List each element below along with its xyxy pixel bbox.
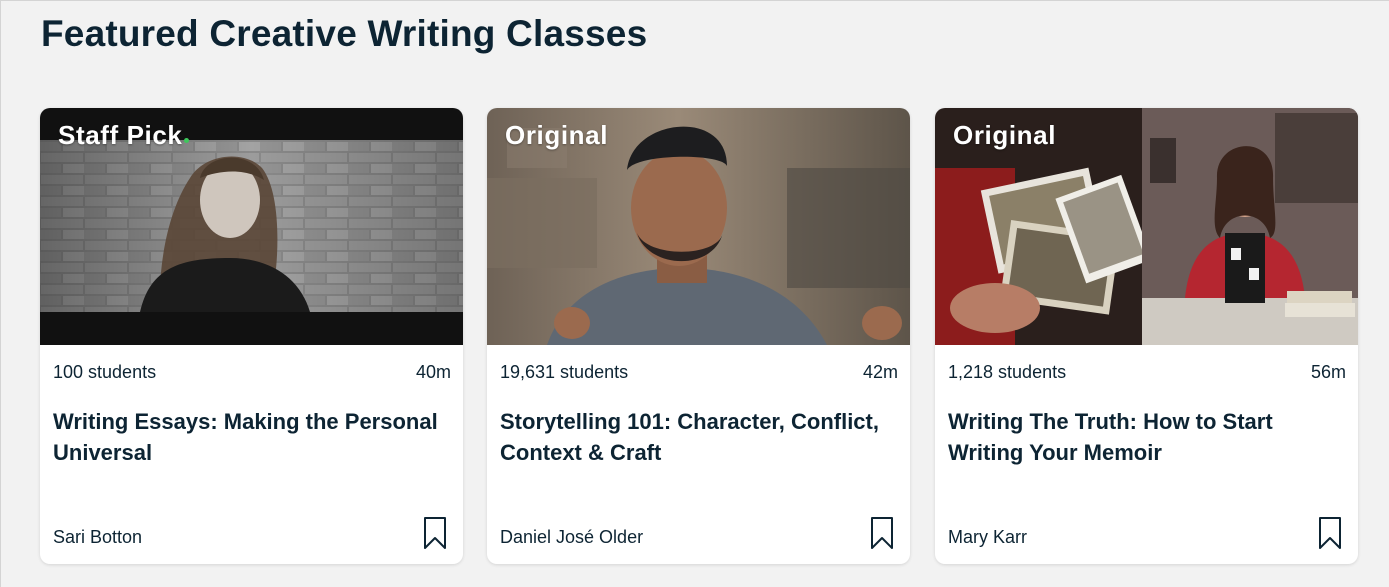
original-badge: Original	[953, 120, 1057, 150]
class-duration: 40m	[415, 362, 451, 382]
bookmark-icon[interactable]	[423, 516, 447, 550]
original-badge: Original	[505, 120, 609, 150]
class-meta: 100 students 40m	[53, 362, 451, 383]
class-duration: 42m	[862, 362, 898, 382]
instructor-name[interactable]: Daniel José Older	[500, 527, 643, 548]
instructor-name[interactable]: Mary Karr	[948, 527, 1027, 548]
class-thumbnail[interactable]: Original	[487, 108, 910, 345]
class-title[interactable]: Storytelling 101: Character, Conflict, C…	[500, 406, 886, 468]
class-card-writing-the-truth[interactable]: Original 1,218 students 56m Writing The …	[935, 108, 1358, 564]
bookmark-icon[interactable]	[870, 516, 894, 550]
staff-pick-badge: Staff Pick	[58, 120, 189, 151]
instructor-name[interactable]: Sari Botton	[53, 527, 142, 548]
class-thumbnail[interactable]: Staff Pick	[40, 108, 463, 345]
student-count: 19,631 students	[500, 362, 629, 382]
class-thumbnail[interactable]: Original	[935, 108, 1358, 345]
class-title[interactable]: Writing The Truth: How to Start Writing …	[948, 406, 1334, 468]
section-title: Featured Creative Writing Classes	[41, 13, 648, 54]
accent-dot-icon	[183, 138, 189, 143]
class-title[interactable]: Writing Essays: Making the Personal Univ…	[53, 406, 439, 468]
student-count: 100 students	[53, 362, 157, 382]
class-card-storytelling-101[interactable]: Original 19,631 students 42m Storytellin…	[487, 108, 910, 564]
student-count: 1,218 students	[948, 362, 1067, 382]
class-duration: 56m	[1310, 362, 1346, 382]
class-meta: 19,631 students 42m	[500, 362, 898, 383]
class-card-writing-essays[interactable]: Staff Pick 100 students 40m Writing Essa…	[40, 108, 463, 564]
bookmark-icon[interactable]	[1318, 516, 1342, 550]
class-meta: 1,218 students 56m	[948, 362, 1346, 383]
